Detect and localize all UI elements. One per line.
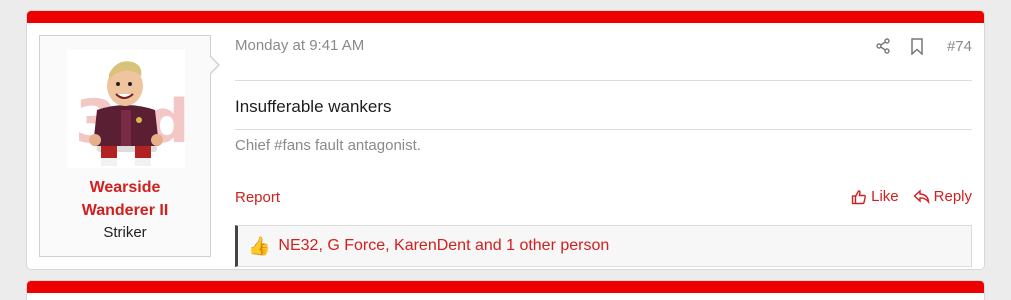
post-number-link[interactable]: #74	[947, 38, 972, 55]
reply-label: Reply	[933, 188, 972, 205]
user-title: Striker	[103, 224, 147, 241]
user-signature: Chief #fans fault antagonist.	[235, 137, 421, 154]
report-link[interactable]: Report	[235, 189, 280, 206]
reply-button[interactable]: Reply	[913, 188, 972, 205]
reactions-list-link[interactable]: NE32, G Force, KarenDent and 1 other per…	[278, 237, 609, 255]
avatar[interactable]: 3rd	[67, 50, 185, 168]
like-button[interactable]: Like	[851, 188, 899, 205]
thumbs-up-emoji-icon: 👍	[248, 236, 271, 256]
post-accent-bar	[27, 11, 984, 23]
bookmark-icon[interactable]	[907, 36, 927, 56]
user-panel-arrow	[209, 55, 220, 75]
post-main: Monday at 9:41 AM #74 Insufferable wanke…	[235, 35, 972, 267]
reply-icon	[913, 189, 930, 204]
thumbs-up-icon	[851, 189, 867, 205]
user-info-panel: 3rd	[39, 35, 211, 257]
signature-divider	[235, 129, 972, 130]
next-post-accent-bar	[27, 281, 984, 293]
share-icon[interactable]	[873, 36, 893, 56]
forum-post: 3rd	[26, 10, 985, 270]
post-body-text: Insufferable wankers	[235, 97, 392, 116]
post-footer-actions: Like Reply	[851, 188, 972, 205]
like-label: Like	[871, 188, 899, 205]
avatar-image: 3rd	[75, 61, 185, 166]
header-divider	[235, 80, 972, 81]
post-date[interactable]: Monday at 9:41 AM	[235, 37, 364, 54]
post-header-actions: #74	[873, 35, 972, 57]
next-forum-post	[26, 280, 985, 300]
username-link[interactable]: Wearside Wanderer II	[40, 176, 210, 222]
reactions-bar: 👍 NE32, G Force, KarenDent and 1 other p…	[235, 225, 972, 267]
